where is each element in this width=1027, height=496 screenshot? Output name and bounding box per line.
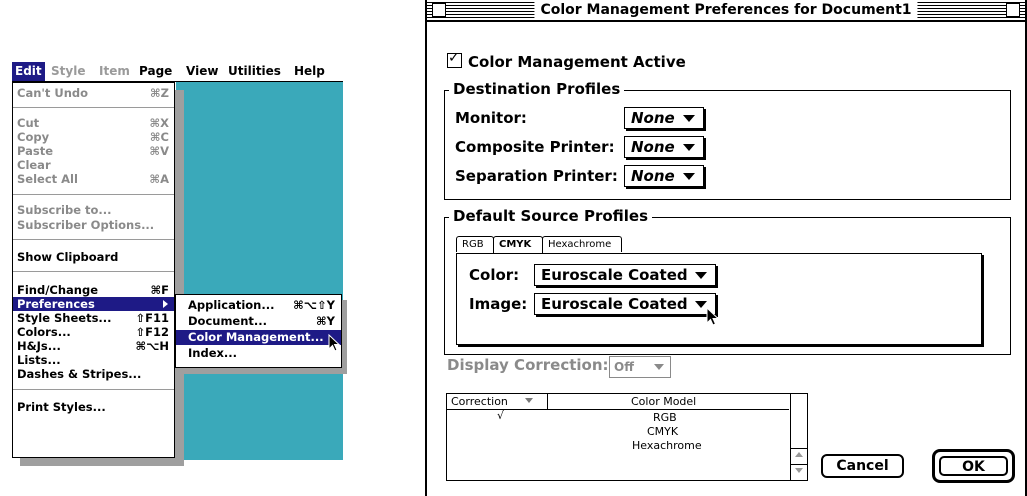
image-label: Image: bbox=[469, 295, 528, 313]
menu-bar: Edit Style Item Page View Utilities Help bbox=[12, 62, 343, 82]
separation-printer-popup[interactable]: None bbox=[624, 165, 704, 187]
arrow-up-icon bbox=[795, 452, 803, 457]
monitor-label: Monitor: bbox=[455, 109, 527, 127]
cmyk-tab-panel: Color: Euroscale Coated Image: Euroscale… bbox=[456, 253, 982, 345]
color-management-dialog: Color Management Preferences for Documen… bbox=[425, 0, 1027, 496]
destination-profiles-title: Destination Profiles bbox=[449, 80, 625, 98]
color-label: Color: bbox=[469, 266, 520, 284]
menu-separator bbox=[13, 239, 174, 240]
check-mark: √ bbox=[497, 409, 505, 422]
tab-hexachrome[interactable]: Hexachrome bbox=[542, 236, 622, 252]
ok-button-label: OK bbox=[939, 456, 1008, 476]
dropdown-arrow-icon bbox=[695, 272, 707, 279]
menu-item-style-sheets[interactable]: Style Sheets... ⇧F11 bbox=[13, 311, 174, 325]
dropdown-arrow-icon bbox=[683, 173, 695, 180]
scrollbar[interactable] bbox=[790, 394, 807, 480]
menu-item-paste[interactable]: Paste ⌘V bbox=[13, 144, 174, 158]
menu-utilities[interactable]: Utilities bbox=[228, 64, 281, 78]
monitor-value: None bbox=[631, 109, 675, 127]
scroll-up-button[interactable] bbox=[791, 448, 807, 461]
color-management-active-checkbox[interactable]: Color Management Active bbox=[447, 50, 686, 71]
zoom-box[interactable] bbox=[1006, 3, 1020, 17]
mouse-cursor-icon bbox=[328, 334, 341, 352]
menu-item-subscriber-options[interactable]: Subscriber Options... bbox=[13, 218, 174, 232]
image-profile-popup[interactable]: Euroscale Coated bbox=[534, 293, 716, 315]
display-correction-value: Off bbox=[614, 360, 634, 374]
dropdown-arrow-icon bbox=[654, 364, 664, 370]
mouse-cursor-icon bbox=[706, 307, 720, 326]
correction-list[interactable]: Correction Color Model √ RGB CMYK Hexach… bbox=[446, 393, 808, 481]
cancel-button[interactable]: Cancel bbox=[821, 454, 904, 478]
list-item[interactable]: Hexachrome bbox=[632, 439, 702, 452]
color-profile-value: Euroscale Coated bbox=[541, 266, 688, 284]
menu-style[interactable]: Style bbox=[51, 64, 85, 78]
list-item[interactable]: RGB bbox=[653, 411, 677, 424]
menu-item-preferences[interactable]: Preferences bbox=[13, 297, 174, 311]
destination-profiles-group: Destination Profiles Monitor: None Compo… bbox=[444, 80, 1011, 200]
menu-item[interactable]: Item bbox=[99, 64, 130, 78]
menu-item-print-styles[interactable]: Print Styles... bbox=[13, 400, 174, 414]
menu-separator bbox=[13, 389, 174, 390]
submenu-item-index[interactable]: Index... bbox=[176, 346, 341, 361]
menu-item-subscribe[interactable]: Subscribe to... bbox=[13, 203, 174, 217]
monitor-popup[interactable]: None bbox=[624, 107, 704, 129]
menu-separator bbox=[13, 107, 174, 108]
menu-item-lists[interactable]: Lists... bbox=[13, 353, 174, 367]
checkbox-checked-icon[interactable] bbox=[447, 50, 462, 68]
menu-item-hjs[interactable]: H&Js... ⌘⌥H bbox=[13, 339, 174, 353]
menu-item-cut[interactable]: Cut ⌘X bbox=[13, 116, 174, 130]
header-correction[interactable]: Correction bbox=[451, 395, 508, 408]
list-item[interactable]: CMYK bbox=[647, 425, 678, 438]
separation-printer-value: None bbox=[631, 167, 675, 185]
display-correction-label: Display Correction: bbox=[447, 356, 609, 374]
menu-view[interactable]: View bbox=[186, 64, 218, 78]
menu-item-find-change[interactable]: Find/Change ⌘F bbox=[13, 283, 174, 297]
list-header: Correction Color Model bbox=[447, 394, 789, 410]
sort-arrow-icon bbox=[525, 398, 533, 403]
menu-separator bbox=[13, 271, 174, 272]
submenu-item-application[interactable]: Application... ⌘⌥⇧Y bbox=[176, 298, 341, 313]
composite-printer-popup[interactable]: None bbox=[624, 136, 704, 158]
arrow-down-icon bbox=[795, 468, 803, 473]
menu-page[interactable]: Page bbox=[139, 64, 172, 78]
tab-cmyk[interactable]: CMYK bbox=[493, 236, 543, 253]
submenu-item-document[interactable]: Document... ⌘Y bbox=[176, 314, 341, 329]
default-source-profiles-title: Default Source Profiles bbox=[449, 207, 653, 225]
header-color-model[interactable]: Color Model bbox=[631, 395, 696, 408]
scroll-down-button[interactable] bbox=[791, 464, 807, 477]
menu-separator bbox=[13, 194, 174, 195]
preferences-submenu: Application... ⌘⌥⇧Y Document... ⌘Y Color M… bbox=[175, 294, 342, 368]
edit-dropdown: Can't Undo ⌘Z Cut ⌘X Copy ⌘C Paste ⌘V Clear … bbox=[12, 82, 175, 458]
ok-button[interactable]: OK bbox=[932, 449, 1015, 483]
composite-printer-value: None bbox=[631, 138, 675, 156]
menu-item-show-clipboard[interactable]: Show Clipboard bbox=[13, 250, 174, 264]
checkbox-label: Color Management Active bbox=[468, 53, 686, 71]
menu-edit[interactable]: Edit bbox=[12, 62, 45, 81]
menu-item-undo[interactable]: Can't Undo ⌘Z bbox=[13, 86, 174, 100]
column-divider bbox=[547, 394, 548, 409]
separation-printer-label: Separation Printer: bbox=[455, 167, 618, 185]
edit-menu-screenshot: Edit Style Item Page View Utilities Help… bbox=[12, 62, 347, 467]
composite-printer-label: Composite Printer: bbox=[455, 138, 615, 156]
tab-rgb[interactable]: RGB bbox=[456, 236, 494, 252]
image-profile-value: Euroscale Coated bbox=[541, 295, 688, 313]
menu-help[interactable]: Help bbox=[294, 64, 325, 78]
dropdown-arrow-icon bbox=[683, 115, 695, 122]
color-profile-popup[interactable]: Euroscale Coated bbox=[534, 264, 716, 286]
submenu-item-color-management[interactable]: Color Management... bbox=[176, 330, 341, 345]
submenu-arrow-icon bbox=[163, 300, 168, 308]
dialog-title: Color Management Preferences for Documen… bbox=[534, 0, 918, 20]
dropdown-arrow-icon bbox=[683, 144, 695, 151]
menu-item-select-all[interactable]: Select All ⌘A bbox=[13, 172, 174, 186]
menu-item-copy[interactable]: Copy ⌘C bbox=[13, 130, 174, 144]
close-box[interactable] bbox=[432, 3, 446, 17]
menu-item-clear[interactable]: Clear bbox=[13, 158, 174, 172]
title-bar[interactable]: Color Management Preferences for Documen… bbox=[427, 0, 1025, 22]
document-background bbox=[176, 82, 343, 460]
menu-item-colors[interactable]: Colors... ⇧F12 bbox=[13, 325, 174, 339]
display-correction-popup[interactable]: Off bbox=[609, 356, 671, 378]
menu-item-dashes-stripes[interactable]: Dashes & Stripes... bbox=[13, 367, 174, 381]
